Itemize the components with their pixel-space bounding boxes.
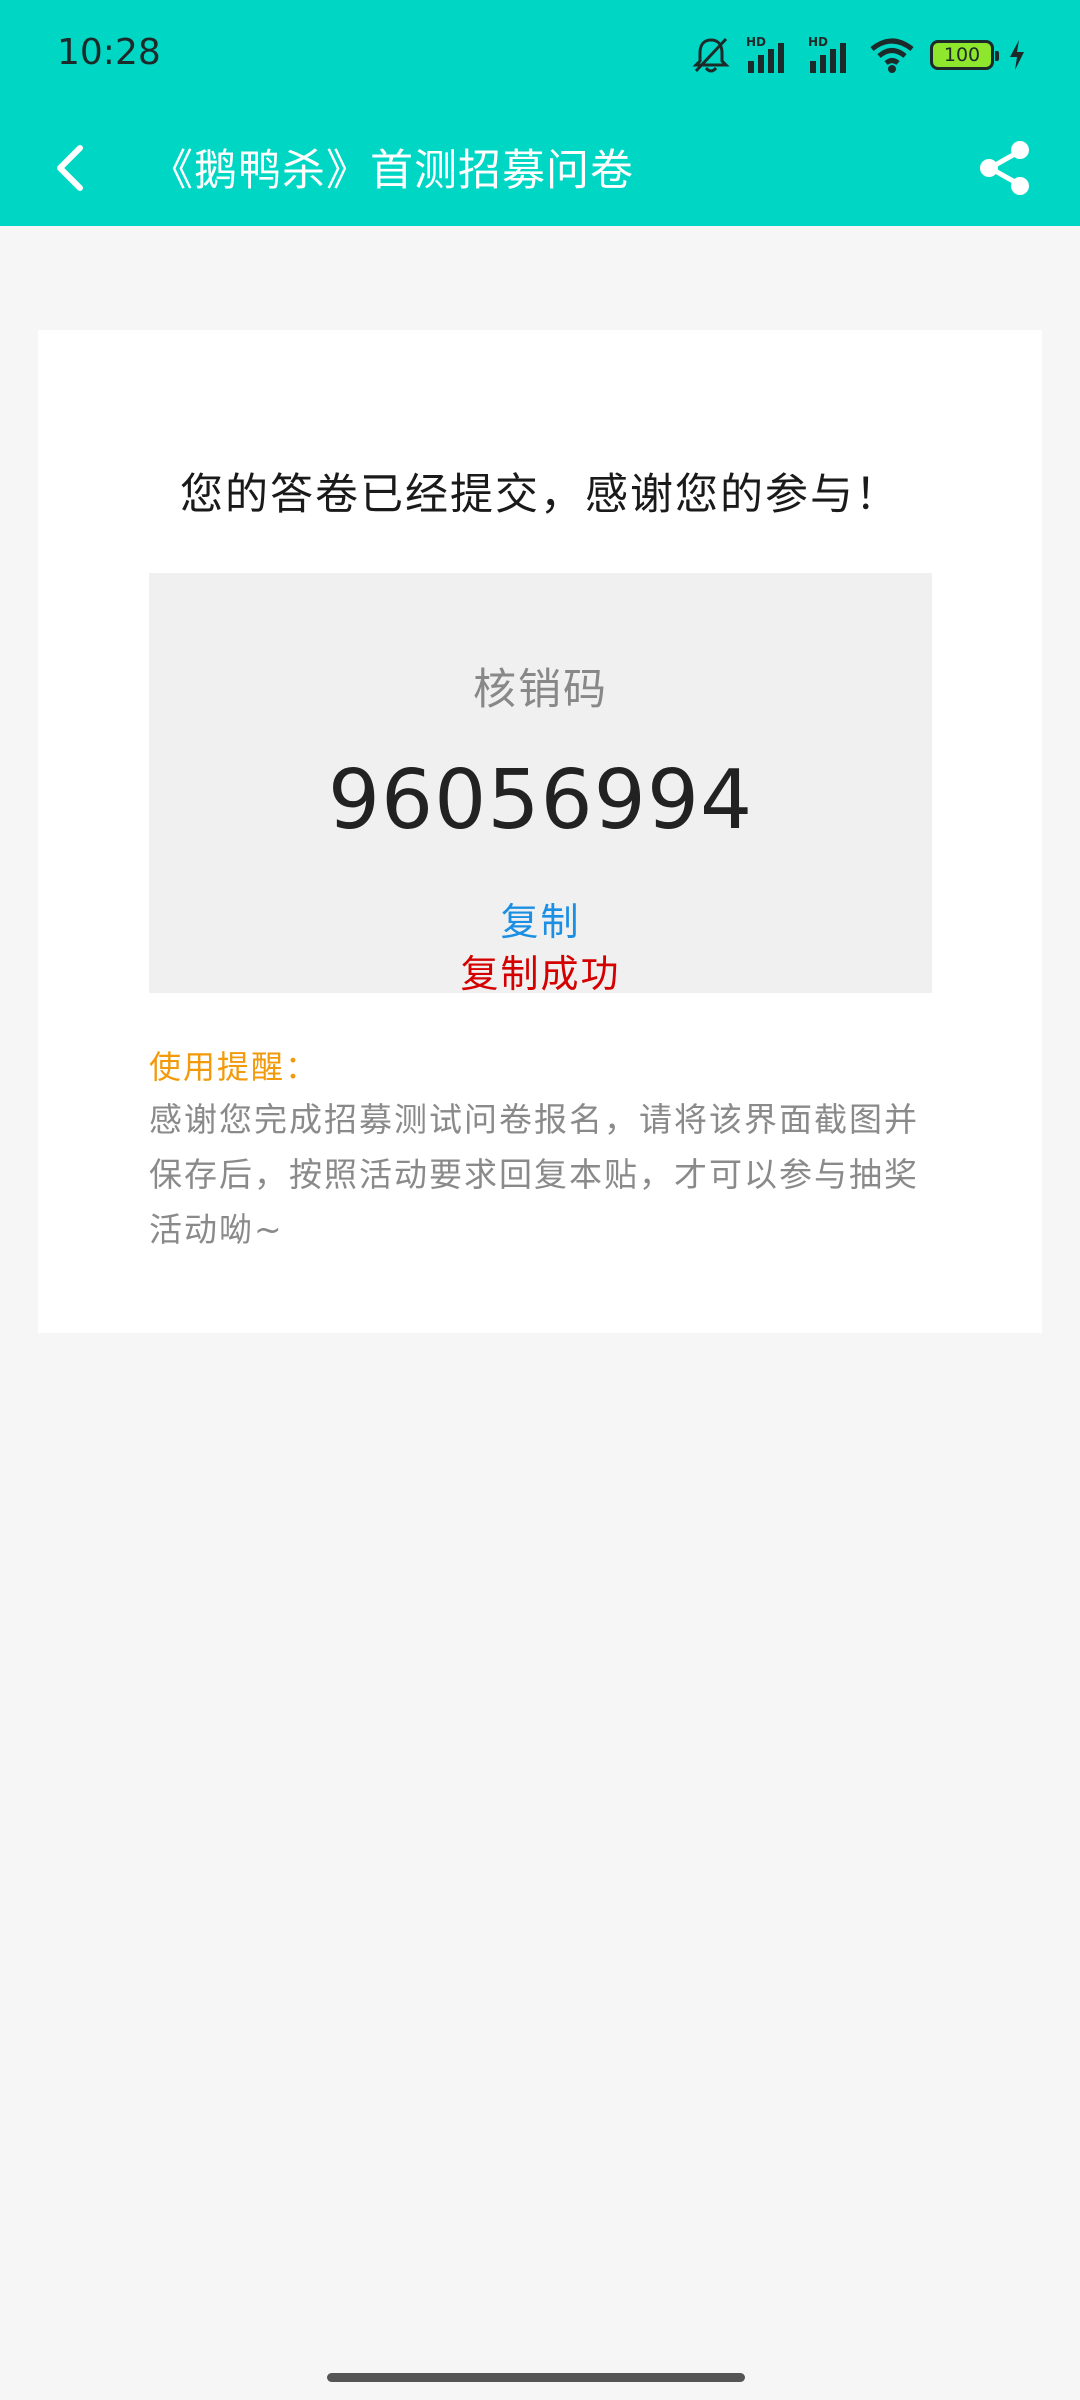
code-value: 96056994 xyxy=(327,753,754,848)
status-icons: HD HD 100 xyxy=(692,30,1026,80)
app-header: 10:28 HD HD 100 《鹅鸭杀》首测招募问卷 xyxy=(0,0,1080,226)
charging-icon xyxy=(1008,38,1026,72)
page-title: 《鹅鸭杀》首测招募问卷 xyxy=(150,146,634,196)
signal-icon: HD xyxy=(806,35,854,75)
bell-muted-icon xyxy=(692,35,730,75)
tip-title: 使用提醒： xyxy=(149,1048,320,1086)
code-label: 核销码 xyxy=(473,665,608,715)
tip-text: 感谢您完成招募测试问卷报名，请将该界面截图并保存后，按照活动要求回复本贴，才可以… xyxy=(149,1100,919,1249)
battery-icon: 100 xyxy=(930,40,999,70)
share-icon xyxy=(980,141,1029,195)
network-type-label: HD xyxy=(746,35,766,49)
chevron-left-icon xyxy=(57,145,83,191)
copy-button[interactable]: 复制 xyxy=(149,891,932,946)
status-time: 10:28 xyxy=(57,32,161,73)
code-box: 核销码 96056994 复制 复制成功 xyxy=(149,573,932,996)
back-button[interactable] xyxy=(40,128,100,208)
share-button[interactable] xyxy=(970,130,1040,206)
nav-bar: 《鹅鸭杀》首测招募问卷 xyxy=(0,108,1080,226)
signal-icon: HD xyxy=(744,35,792,75)
battery-level: 100 xyxy=(943,43,981,66)
network-type-label: HD xyxy=(808,35,828,49)
wifi-icon xyxy=(868,35,916,75)
copy-success-message: 复制成功 xyxy=(460,952,621,996)
result-card: 您的答卷已经提交，感谢您的参与！ 核销码 96056994 复制 复制成功 使用… xyxy=(38,330,1042,1333)
home-indicator[interactable] xyxy=(327,2373,745,2382)
status-bar: 10:28 HD HD 100 xyxy=(0,0,1080,108)
success-message: 您的答卷已经提交，感谢您的参与！ xyxy=(180,470,900,520)
